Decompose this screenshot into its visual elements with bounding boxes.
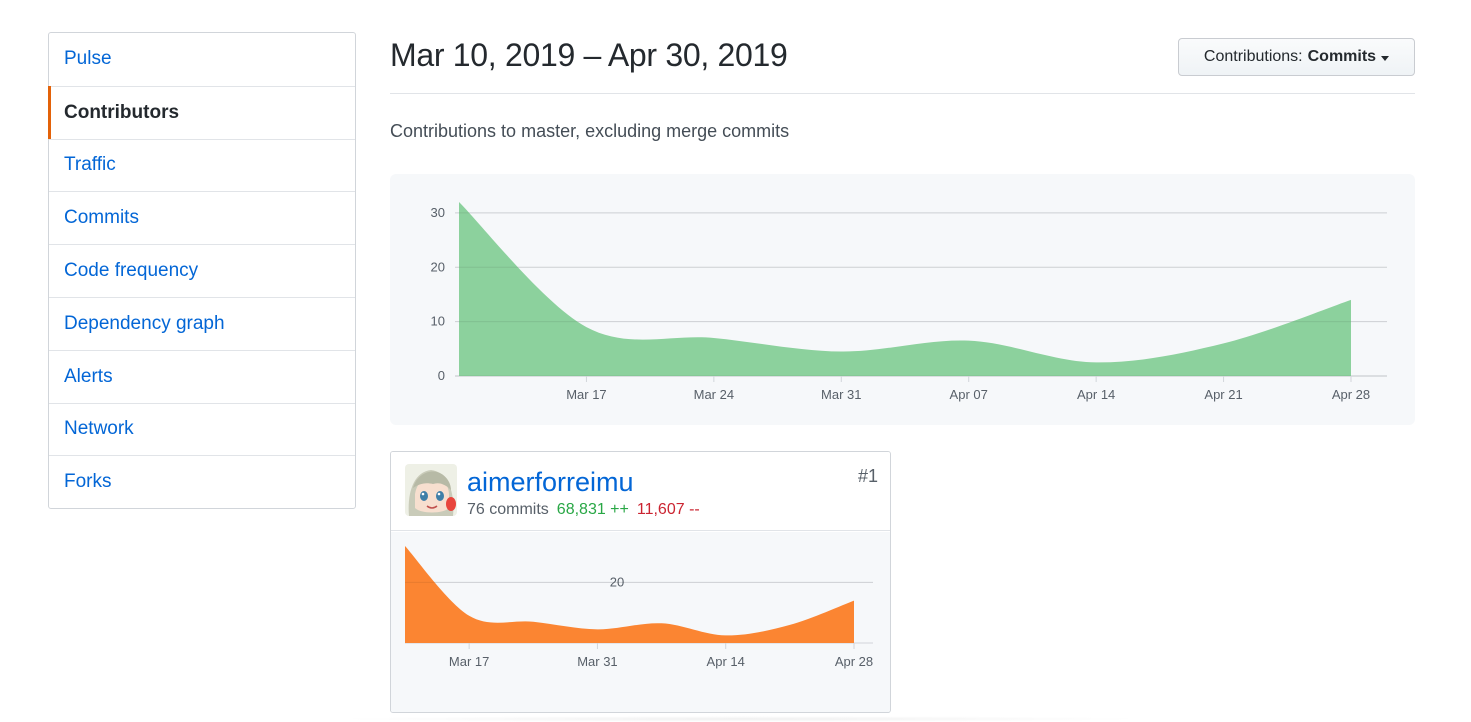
sidebar-item-code-frequency[interactable]: Code frequency bbox=[49, 244, 355, 297]
x-tick-label: Apr 14 bbox=[707, 654, 745, 669]
x-tick-label: Apr 28 bbox=[835, 654, 873, 669]
avatar-image bbox=[405, 464, 457, 516]
bottom-shadow bbox=[330, 716, 1150, 722]
contributor-card: aimerforreimu 76 commits 68,831 ++ 11,607 … bbox=[390, 451, 891, 713]
sidebar-item-network[interactable]: Network bbox=[49, 402, 355, 456]
x-tick-label: Mar 17 bbox=[566, 387, 606, 402]
sidebar-item-pulse[interactable]: Pulse bbox=[49, 33, 355, 86]
series-area bbox=[405, 546, 854, 643]
sidebar-item-dependency-graph[interactable]: Dependency graph bbox=[49, 296, 355, 350]
y-tick-label: 20 bbox=[431, 259, 445, 274]
contributor-username-link[interactable]: aimerforreimu bbox=[467, 467, 634, 498]
contributor-rank: #1 bbox=[857, 466, 878, 486]
y-tick-label: 30 bbox=[431, 205, 445, 220]
page-title: Mar 10, 2019 – Apr 30, 2019 bbox=[390, 37, 788, 73]
x-tick-label: Mar 31 bbox=[821, 387, 861, 402]
commit-count: 76 commits bbox=[467, 501, 549, 518]
sidebar-item-commits[interactable]: Commits bbox=[49, 191, 355, 244]
sidebar-item-forks[interactable]: Forks bbox=[49, 455, 355, 508]
series-area bbox=[459, 202, 1351, 376]
insights-sidebar: Pulse Contributors Traffic Commits Code … bbox=[48, 32, 356, 510]
x-tick-label: Apr 28 bbox=[1332, 387, 1370, 402]
contributor-card-header: aimerforreimu 76 commits 68,831 ++ 11,607 … bbox=[391, 452, 890, 531]
x-tick-label: Apr 21 bbox=[1204, 387, 1242, 402]
y-tick-label: 10 bbox=[431, 314, 445, 329]
x-tick-label: Mar 31 bbox=[577, 654, 617, 669]
x-tick-label: Apr 07 bbox=[950, 387, 988, 402]
contributor-stats: 76 commits 68,831 ++ 11,607 -- bbox=[467, 501, 700, 519]
main-contributions-chart: 0 10 20 30 Mar 17 Mar 24 Mar 31 Apr 07 Apr 14 Apr… bbox=[390, 174, 1415, 425]
select-value: Commits bbox=[1307, 48, 1377, 65]
sidebar-item-alerts[interactable]: Alerts bbox=[49, 349, 355, 403]
select-prefix: Contributions: bbox=[1203, 48, 1303, 65]
x-tick-label: Apr 14 bbox=[1077, 387, 1115, 402]
sidebar-item-traffic[interactable]: Traffic bbox=[49, 138, 355, 192]
contributor-chart-svg: 20Mar 17 Mar 31 Apr 14 Apr 28 bbox=[404, 545, 873, 669]
header-divider bbox=[390, 93, 1415, 94]
y-tick-label: 0 bbox=[438, 368, 445, 383]
caret-down-icon bbox=[1381, 55, 1390, 61]
sidebar-item-contributors[interactable]: Contributors bbox=[48, 85, 355, 139]
chart-subtitle: Contributions to master, excluding merge… bbox=[390, 121, 790, 141]
additions-count: 68,831 ++ bbox=[556, 501, 629, 518]
main-chart-svg: 0 10 20 30 Mar 17 Mar 24 Mar 31 Apr 07 Apr 14 Apr… bbox=[431, 201, 1387, 402]
contributions-select-button[interactable]: Contributions: Commits bbox=[1178, 38, 1415, 76]
avatar[interactable] bbox=[405, 464, 457, 516]
x-tick-label: Mar 17 bbox=[449, 654, 489, 669]
contributor-chart: 20 Mar 17 Mar 31 Apr 14 Apr 28 bbox=[391, 532, 890, 712]
x-tick-label: Mar 24 bbox=[694, 387, 734, 402]
deletions-count: 11,607 -- bbox=[636, 501, 700, 518]
